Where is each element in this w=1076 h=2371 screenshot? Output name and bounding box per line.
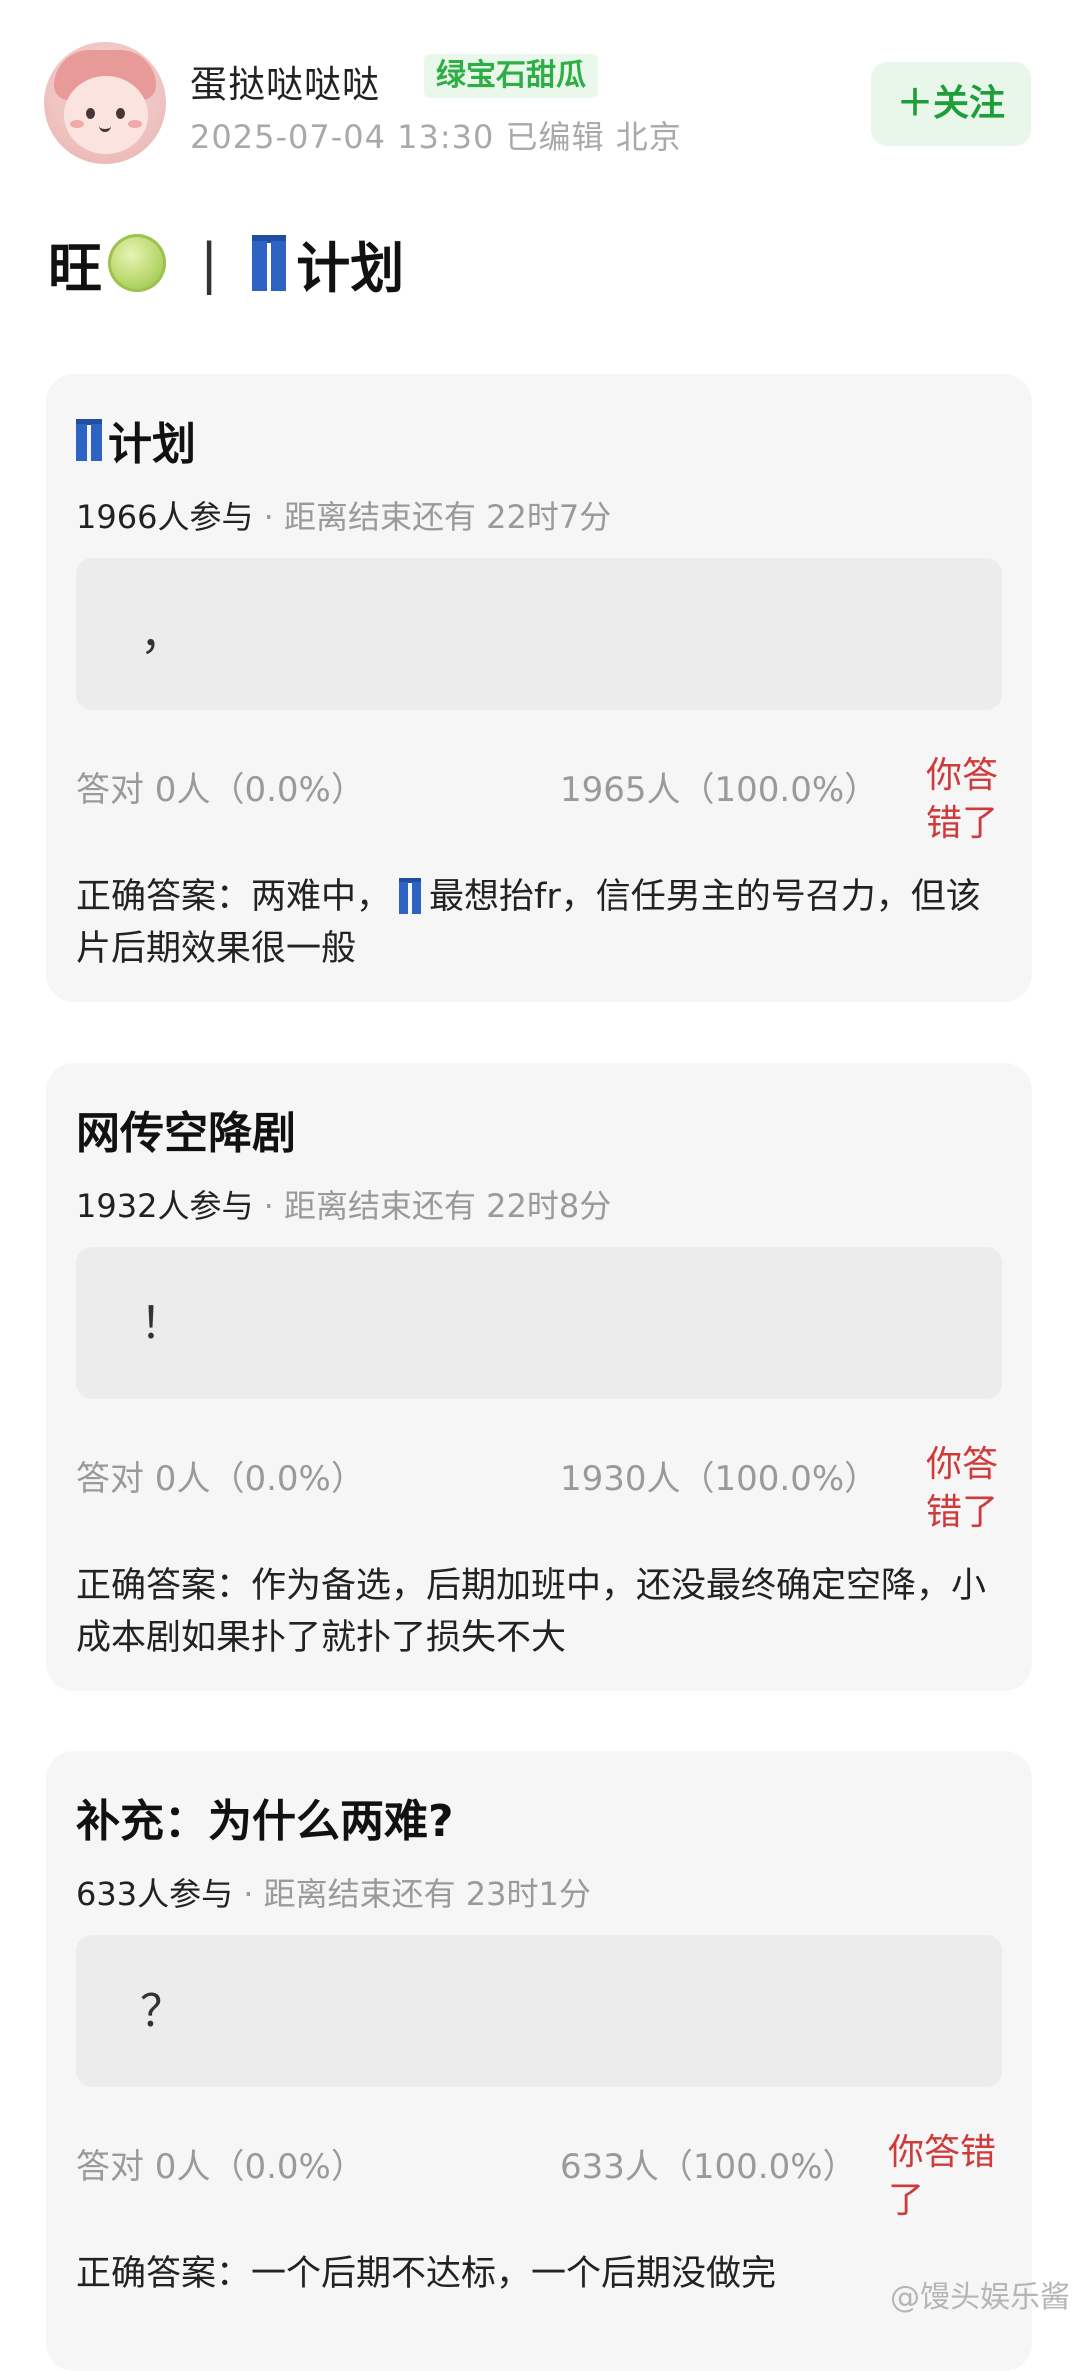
- others-count: 1965人（100.0%）: [560, 770, 879, 810]
- poll-title-text: 补充：为什么两难?: [76, 1796, 454, 1847]
- user-badge: 绿宝石甜瓜: [424, 54, 598, 98]
- watermark: @馒头娱乐酱: [890, 2280, 1070, 2315]
- poll-option[interactable]: ？: [76, 1935, 1002, 2087]
- poll-title-text: 计划: [108, 419, 196, 470]
- post-meta: 2025-07-04 13:30 已编辑 北京: [190, 118, 682, 156]
- poll-title: 计划: [76, 408, 196, 472]
- participant-count: 633人参与: [76, 1875, 234, 1913]
- follow-button[interactable]: ＋关注: [871, 62, 1031, 146]
- correct-answer: 正确答案：一个后期不达标，一个后期没做完: [76, 2254, 777, 2294]
- username[interactable]: 蛋挞哒哒哒: [190, 54, 380, 108]
- countdown: · 距离结束还有 23时1分: [233, 1875, 591, 1913]
- avatar-face: [64, 76, 148, 154]
- correct-count: 答对 0人（0.0%）: [76, 2147, 365, 2187]
- avatar-eye: [116, 108, 125, 119]
- others-count: 1930人（100.0%）: [560, 1459, 879, 1499]
- countdown: · 距离结束还有 22时8分: [253, 1187, 612, 1225]
- poll-option[interactable]: ，: [76, 558, 1002, 710]
- poll-card: 补充：为什么两难? 633人参与 · 距离结束还有 23时1分 ？ 答对 0人（…: [46, 1751, 1032, 2371]
- correct-count: 答对 0人（0.0%）: [76, 1459, 365, 1499]
- wrong-label: 你答错了: [926, 755, 999, 844]
- jeans-icon: [76, 419, 102, 461]
- poll-option-text: ？: [140, 1986, 184, 2037]
- title-left: 旺: [48, 236, 102, 300]
- title-right: 计划: [296, 236, 405, 300]
- avatar-blush: [70, 120, 84, 128]
- avatar[interactable]: [44, 42, 166, 164]
- poll-meta: 1932人参与 · 距离结束还有 22时8分: [76, 1181, 611, 1227]
- jeans-icon: [252, 235, 287, 291]
- poll-option-text: ！: [140, 1298, 184, 1349]
- poll-title: 网传空降剧: [76, 1097, 296, 1161]
- jeans-icon: [399, 878, 422, 914]
- wrong-label: 你答错了: [888, 2132, 997, 2221]
- others-count: 633人（100.0%）: [560, 2147, 857, 2187]
- poll-title: 补充：为什么两难?: [76, 1785, 454, 1849]
- poll-card: 网传空降剧 1932人参与 · 距离结束还有 22时8分 ！ 答对 0人（0.0…: [46, 1063, 1032, 1691]
- melon-icon: [108, 234, 166, 292]
- title-separator: |: [200, 231, 219, 295]
- poll-title-text: 网传空降剧: [76, 1108, 296, 1159]
- poll-meta: 633人参与 · 距离结束还有 23时1分: [76, 1869, 591, 1915]
- avatar-blush: [128, 120, 142, 128]
- poll-option[interactable]: ！: [76, 1247, 1002, 1399]
- participant-count: 1932人参与: [76, 1187, 254, 1225]
- poll-meta: 1966人参与 · 距离结束还有 22时7分: [76, 492, 611, 538]
- post-header: 蛋挞哒哒哒 绿宝石甜瓜 2025-07-04 13:30 已编辑 北京 ＋关注: [0, 0, 1076, 175]
- correct-answer: 正确答案：两难中， 最想抬fr，信任男主的号召力，但该片后期效果很一般: [76, 871, 1006, 975]
- correct-answer: 正确答案：作为备选，后期加班中，还没最终确定空降，小成本剧如果扑了就扑了损失不大: [76, 1566, 987, 1658]
- participant-count: 1966人参与: [76, 498, 254, 536]
- correct-count: 答对 0人（0.0%）: [76, 770, 365, 810]
- countdown: · 距离结束还有 22时7分: [253, 498, 612, 536]
- poll-option-text: ，: [140, 609, 184, 660]
- poll-card: 计划 1966人参与 · 距离结束还有 22时7分 ， 答对 0人（0.0%） …: [46, 374, 1032, 1002]
- wrong-label: 你答错了: [926, 1444, 999, 1533]
- page-title: 旺 | 计划: [48, 228, 404, 300]
- answer-text: 正确答案：两难中，: [76, 877, 392, 917]
- avatar-eye: [86, 108, 95, 119]
